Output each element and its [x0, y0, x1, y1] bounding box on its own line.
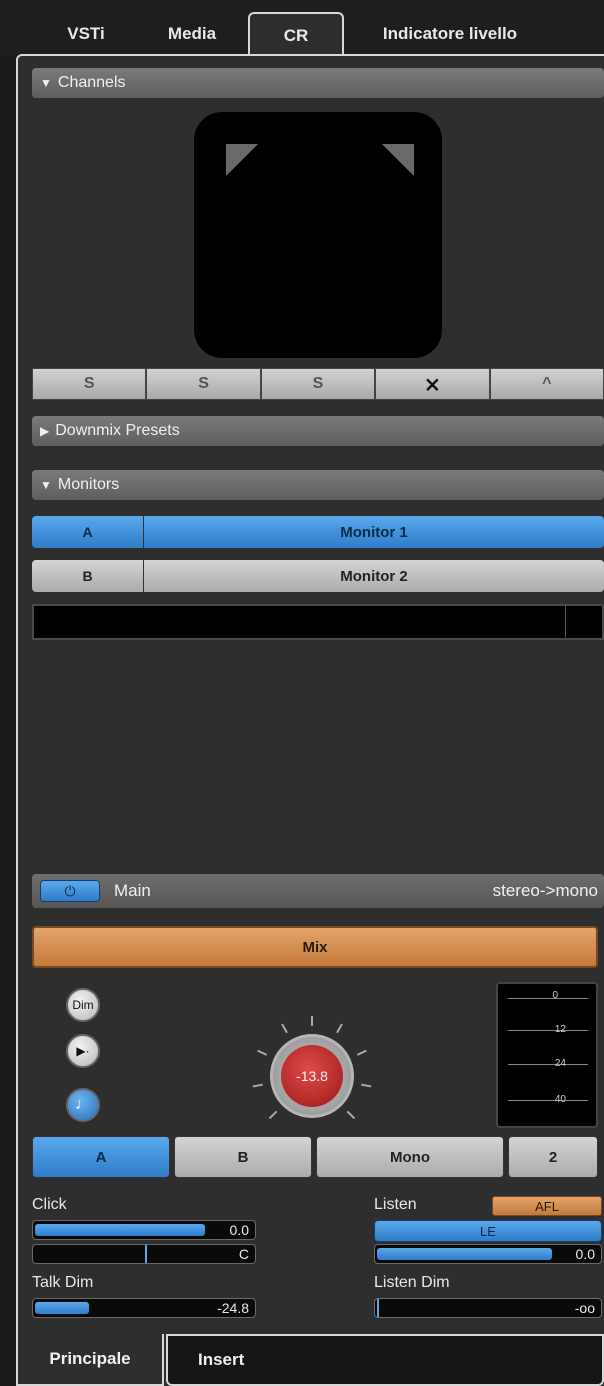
- listen-dim-fader[interactable]: -oo: [374, 1298, 602, 1318]
- meter-gridline: [508, 998, 588, 999]
- knob-tick: [361, 1083, 372, 1088]
- listen-dim-indicator: [377, 1299, 379, 1317]
- collapse-triangle-icon: ▼: [40, 76, 52, 90]
- meter-gridline: [508, 1064, 588, 1065]
- meter-mark-0: 0: [552, 990, 558, 1001]
- knob-tick: [252, 1083, 263, 1088]
- dim-label: Dim: [72, 998, 94, 1012]
- level-meter: 0 12 24 40: [496, 982, 598, 1128]
- click-pan-indicator: [145, 1245, 147, 1263]
- tab-cr[interactable]: CR: [248, 12, 344, 58]
- monitor-a-name[interactable]: Monitor 1: [144, 516, 604, 548]
- monitor-a-letter[interactable]: A: [32, 516, 144, 548]
- knob-tick: [257, 1049, 268, 1056]
- downmix-title: Downmix Presets: [55, 422, 180, 439]
- right-speaker-icon: [382, 144, 414, 176]
- monitors-header[interactable]: ▼ Monitors: [32, 470, 604, 500]
- talk-dim-value: -24.8: [217, 1300, 249, 1316]
- listen-level-fill: [377, 1248, 552, 1260]
- main-routing: stereo->mono: [492, 881, 598, 900]
- knob-tick: [311, 1016, 313, 1026]
- meter-mark-12: 12: [554, 1024, 566, 1035]
- panner-mode-4-button[interactable]: ⨯: [375, 368, 490, 400]
- afl-button[interactable]: AFL: [492, 1196, 602, 1216]
- power-button[interactable]: ⏻: [40, 880, 100, 902]
- channels-header[interactable]: ▼ Channels: [32, 68, 604, 98]
- collapse-triangle-icon: ▼: [40, 478, 52, 492]
- click-level-fader[interactable]: 0.0: [32, 1220, 256, 1240]
- main-level-knob[interactable]: -13.8: [250, 1014, 374, 1138]
- monitor-row-a[interactable]: A Monitor 1: [32, 516, 604, 548]
- meter-gridline: [508, 1100, 588, 1101]
- knob-tick: [346, 1110, 356, 1120]
- surround-panner[interactable]: [194, 112, 442, 358]
- top-tab-bar: VSTi Media CR Indicatore livello: [0, 0, 604, 58]
- talk-dim-fill: [35, 1302, 89, 1314]
- listen-label: Listen: [374, 1196, 417, 1213]
- downmix-2-button[interactable]: 2: [508, 1136, 598, 1178]
- select-b-button[interactable]: B: [174, 1136, 312, 1178]
- panner-mode-5-button[interactable]: ^: [489, 368, 604, 400]
- click-level-value: 0.0: [229, 1222, 249, 1238]
- mono-button[interactable]: Mono: [316, 1136, 504, 1178]
- metronome-button[interactable]: ♩: [66, 1088, 100, 1122]
- click-level-fill: [35, 1224, 205, 1236]
- talk-dim-label: Talk Dim: [32, 1274, 94, 1291]
- knob-value: -13.8: [281, 1045, 343, 1107]
- meter-mark-40: 40: [554, 1094, 566, 1105]
- panner-mode-2-button[interactable]: S: [146, 368, 261, 400]
- tab-vsti[interactable]: VSTi: [40, 14, 132, 54]
- monitor-row-b[interactable]: B Monitor 2: [32, 560, 604, 592]
- downmix-presets-header[interactable]: ▶ Downmix Presets: [32, 416, 604, 446]
- dim-button[interactable]: Dim: [66, 988, 100, 1022]
- click-pan-fader[interactable]: C: [32, 1244, 256, 1264]
- listen-level-value: 0.0: [575, 1246, 595, 1262]
- monitor-display-bar: [32, 604, 604, 640]
- play-marker-icon: ▶·: [76, 1044, 90, 1058]
- tab-insert[interactable]: Insert: [166, 1334, 604, 1386]
- listen-enable-button[interactable]: LE: [374, 1220, 602, 1242]
- tab-level-meter[interactable]: Indicatore livello: [360, 14, 540, 54]
- power-icon: ⏻: [64, 882, 76, 899]
- knob-tick: [268, 1110, 278, 1120]
- listen-dim-value: -oo: [574, 1300, 595, 1316]
- meter-gridline: [508, 1030, 588, 1031]
- panner-mode-1-button[interactable]: S: [32, 368, 147, 400]
- output-selector-row: A B Mono 2: [32, 1136, 602, 1178]
- metronome-icon: ♩: [75, 1096, 91, 1113]
- main-channel-bar: ⏻ Main stereo->mono: [32, 874, 604, 908]
- meter-mark-24: 24: [554, 1058, 566, 1069]
- listen-level-fader[interactable]: 0.0: [374, 1244, 602, 1264]
- expand-triangle-icon: ▶: [40, 424, 50, 438]
- monitor-b-letter[interactable]: B: [32, 560, 144, 592]
- left-speaker-icon: [226, 144, 258, 176]
- panner-mode-bar: S S S ⨯ ^: [32, 368, 604, 400]
- select-a-button[interactable]: A: [32, 1136, 170, 1178]
- monitors-title: Monitors: [57, 476, 120, 493]
- knob-tick: [356, 1049, 367, 1056]
- panner-mode-3-button[interactable]: S: [260, 368, 376, 400]
- display-separator: [565, 606, 566, 638]
- talk-dim-fader[interactable]: -24.8: [32, 1298, 256, 1318]
- reference-level-button[interactable]: ▶·: [66, 1034, 100, 1068]
- tab-principale[interactable]: Principale: [16, 1334, 164, 1386]
- monitor-b-name[interactable]: Monitor 2: [144, 560, 604, 592]
- click-label: Click: [32, 1196, 67, 1213]
- tab-media[interactable]: Media: [142, 14, 242, 54]
- click-pan-value: C: [238, 1246, 249, 1262]
- knob-tick: [281, 1023, 288, 1034]
- channels-title: Channels: [57, 74, 126, 91]
- main-label: Main: [114, 881, 151, 900]
- bottom-tab-bar: Principale Insert: [16, 1334, 604, 1386]
- knob-tick: [336, 1023, 343, 1034]
- mix-button[interactable]: Mix: [32, 926, 598, 968]
- listen-dim-label: Listen Dim: [374, 1274, 450, 1291]
